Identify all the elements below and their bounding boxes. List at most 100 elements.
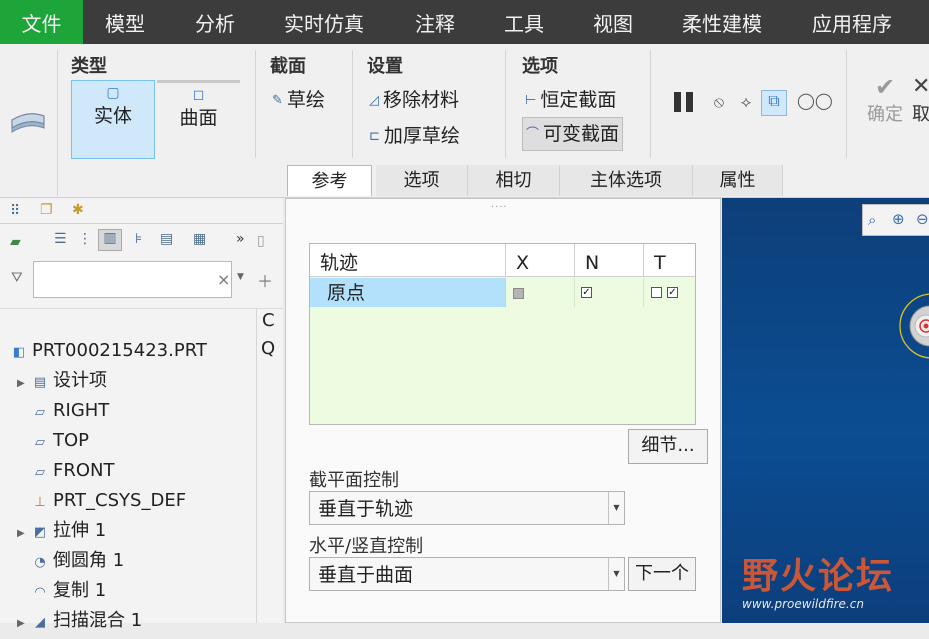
section-plane-select[interactable]: 垂直于轨迹 ▼ — [309, 491, 625, 525]
remove-material-button[interactable]: ◿ 移除材料 — [369, 85, 459, 112]
tree-filter-toggle-icon[interactable]: ▥ — [98, 229, 122, 251]
tree-item-right[interactable]: ▱ RIGHT — [31, 396, 109, 426]
hv-control-select[interactable]: 垂直于曲面 ▼ — [309, 557, 625, 591]
menu-analysis[interactable]: 分析 — [195, 0, 235, 44]
chevron-down-icon[interactable]: ▼ — [608, 492, 624, 524]
constant-section-button[interactable]: ⊢ 恒定截面 — [525, 85, 616, 112]
datum-plane-icon: ▱ — [35, 465, 45, 480]
settings-icon[interactable]: ▤ — [160, 231, 173, 247]
menu-annotate[interactable]: 注释 — [415, 0, 455, 44]
model-geometry[interactable] — [882, 288, 929, 368]
favorites-tab-icon[interactable]: ✱ — [72, 202, 84, 218]
menu-view[interactable]: 视图 — [593, 0, 633, 44]
x-checkbox[interactable] — [513, 288, 524, 299]
verify-mode-button[interactable]: ⧉ — [761, 90, 787, 116]
folder-browser-tab-icon[interactable]: ❐ — [40, 202, 53, 218]
table-row[interactable]: 原点 ✓ ✓ — [310, 278, 695, 307]
refit-icon[interactable]: ⌕ — [868, 211, 876, 229]
tab-properties[interactable]: 属性 — [693, 165, 783, 196]
glasses-button[interactable]: ◯◯ — [797, 91, 833, 110]
expand-icon[interactable]: ▶ — [17, 369, 31, 399]
no-preview-button[interactable]: ⦸ — [710, 92, 728, 112]
expand-icon[interactable]: ▶ — [17, 609, 31, 639]
constant-section-label: 恒定截面 — [540, 89, 617, 111]
graphics-window[interactable]: ⌕ ⊕ ⊖ 野火论坛 www.proewildfire.cn — [722, 198, 929, 623]
doc-icon[interactable]: ▯ — [257, 233, 265, 249]
tree-search-input[interactable]: × — [33, 261, 232, 298]
n-checkbox[interactable]: ✓ — [581, 287, 592, 298]
zoom-in-icon[interactable]: ⊕ — [892, 210, 905, 228]
menu-tools[interactable]: 工具 — [504, 0, 544, 44]
zoom-out-icon[interactable]: ⊖ — [916, 210, 929, 228]
trajectory-name-cell[interactable]: 原点 — [310, 278, 506, 307]
tree-item-sweep-blend[interactable]: ▶ ◢ 扫描混合 1 — [17, 606, 142, 636]
menu-flexible-modeling[interactable]: 柔性建模 — [682, 0, 762, 44]
n-cell: ✓ — [575, 278, 644, 307]
tree-item-design-items[interactable]: ▶ ▤ 设计项 — [17, 366, 107, 396]
menu-model[interactable]: 模型 — [105, 0, 145, 44]
tree-item-label: PRT_CSYS_DEF — [53, 490, 187, 511]
datum-plane-icon: ▱ — [35, 435, 45, 450]
confirm-button[interactable]: ✔ 确定 — [865, 74, 905, 126]
surface-button[interactable]: ◻ 曲面 — [157, 80, 240, 159]
solid-button[interactable]: ▢ 实体 — [71, 80, 155, 159]
pause-button[interactable] — [671, 91, 697, 115]
layers-icon[interactable]: ▦ — [193, 231, 206, 247]
tab-body-options[interactable]: 主体选项 — [560, 165, 693, 196]
clear-filter-icon[interactable]: × — [217, 270, 230, 289]
thicken-sketch-button[interactable]: ⊏ 加厚草绘 — [369, 121, 460, 148]
tree-item-front[interactable]: ▱ FRONT — [31, 456, 115, 486]
tab-tangency[interactable]: 相切 — [468, 165, 560, 196]
separator — [846, 50, 847, 158]
add-filter-icon[interactable]: ＋ — [257, 268, 273, 292]
tree-columns-icon[interactable]: ⋮ — [78, 231, 92, 247]
tab-options[interactable]: 选项 — [376, 165, 468, 196]
details-button[interactable]: 细节... — [628, 429, 708, 464]
surface-icon: ◻ — [192, 87, 205, 103]
menu-applications[interactable]: 应用程序 — [812, 0, 892, 44]
model-tree-tab-icon[interactable]: ⠿ — [10, 203, 20, 219]
tree-item-top[interactable]: ▱ TOP — [31, 426, 89, 456]
tree-item-csys[interactable]: ⊥ PRT_CSYS_DEF — [31, 486, 186, 516]
more-icon[interactable]: » — [236, 231, 245, 247]
panel-grip[interactable]: .... — [491, 199, 508, 210]
sketch-button[interactable]: ✎ 草绘 — [272, 85, 325, 112]
tree-item-extrude[interactable]: ▶ ◩ 拉伸 1 — [17, 516, 106, 546]
cancel-label: 取 — [912, 104, 929, 125]
column-header-x: X — [506, 244, 575, 277]
preview-button[interactable]: ⟡ — [736, 92, 756, 112]
solid-label: 实体 — [93, 105, 132, 127]
section-plane-value: 垂直于轨迹 — [318, 498, 414, 520]
datum-plane-icon: ▱ — [35, 405, 45, 420]
x-cell — [506, 278, 575, 307]
tree-list-icon[interactable]: ☰ — [54, 231, 67, 247]
trajectory-table: 轨迹 X N T 原点 ✓ ✓ — [309, 243, 696, 425]
tree-item-label: TOP — [53, 430, 90, 451]
column-divider — [256, 308, 257, 623]
tree-item-copy[interactable]: ◠ 复制 1 — [31, 576, 106, 606]
expand-icon[interactable]: ▶ — [17, 519, 31, 549]
part-display-icon[interactable]: ▰ — [10, 234, 21, 250]
menu-realtime-sim[interactable]: 实时仿真 — [284, 0, 364, 44]
tab-references[interactable]: 参考 — [287, 165, 372, 196]
preview-icon: ⟡ — [740, 92, 752, 111]
ribbon: 类型 ▢ 实体 ◻ 曲面 截面 ✎ 草绘 设置 ◿ 移除材料 ⊏ 加厚草绘 选项 ⊢ 恒… — [0, 44, 929, 198]
tree-item-round[interactable]: ◔ 倒圆角 1 — [31, 546, 124, 576]
variable-section-button[interactable]: ⌒ 可变截面 — [522, 117, 624, 151]
tree-root[interactable]: ◧ PRT000215423.PRT — [10, 336, 207, 366]
tree-item-label: FRONT — [53, 460, 115, 481]
next-button[interactable]: 下一个 — [628, 557, 696, 591]
t-checkbox-left[interactable] — [651, 287, 662, 298]
column-header-2: Q — [261, 338, 276, 359]
cancel-button[interactable]: ✕ 取 — [912, 74, 929, 126]
copy-icon: ◠ — [34, 585, 46, 600]
tree-item-label: 设计项 — [53, 370, 107, 391]
chevron-down-icon[interactable]: ▼ — [608, 558, 624, 590]
divider — [0, 308, 283, 309]
filter-dropdown-icon[interactable]: ▼ — [237, 272, 244, 282]
show-icon[interactable]: ⊧ — [135, 231, 142, 247]
separator — [505, 50, 506, 158]
no-preview-icon: ⦸ — [713, 92, 725, 111]
menu-file[interactable]: 文件 — [0, 0, 83, 44]
t-checkbox-right[interactable]: ✓ — [667, 287, 678, 298]
